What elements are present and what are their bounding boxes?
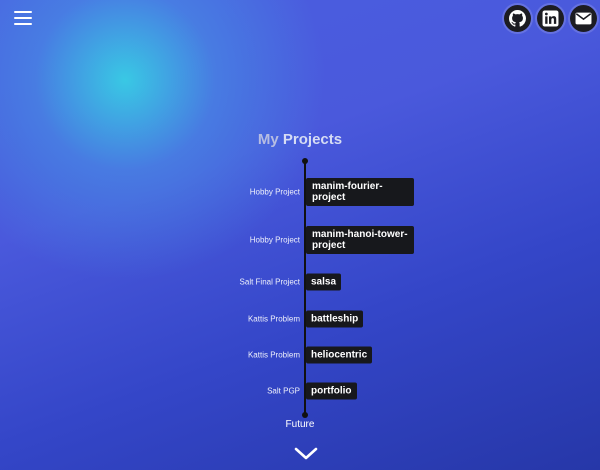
linkedin-icon [542, 10, 559, 27]
hamburger-menu-button[interactable] [14, 11, 32, 25]
title-main: Projects [282, 131, 343, 148]
email-button[interactable] [570, 5, 597, 32]
timeline-end-dot [302, 412, 308, 418]
project-category: Kattis Problem [247, 350, 300, 360]
envelope-icon [575, 12, 592, 25]
hamburger-icon-bar-2 [14, 17, 32, 19]
project-category: Hobby Project [249, 187, 300, 197]
github-button[interactable] [504, 5, 531, 32]
social-links [504, 5, 597, 32]
project-link[interactable]: heliocentric [306, 346, 373, 364]
github-icon [509, 10, 526, 27]
project-link[interactable]: portfolio [306, 382, 357, 400]
project-link[interactable]: manim-fourier-project [306, 178, 414, 206]
hamburger-icon-bar-3 [14, 23, 32, 25]
timeline-end-label: Future [285, 419, 315, 430]
chevron-down-icon[interactable] [294, 447, 318, 461]
project-link[interactable]: salsa [306, 273, 342, 291]
title-prefix: My [257, 131, 279, 148]
project-category: Hobby Project [249, 235, 300, 245]
project-category: Salt PGP [267, 386, 300, 396]
linkedin-button[interactable] [537, 5, 564, 32]
timeline-start-dot [302, 158, 308, 164]
page-title: My Projects [0, 131, 600, 148]
project-link[interactable]: manim-hanoi-tower-project [306, 226, 414, 254]
project-category: Kattis Problem [247, 314, 300, 324]
hamburger-icon-bar-1 [14, 11, 32, 13]
project-category: Salt Final Project [239, 277, 300, 287]
project-link[interactable]: battleship [306, 310, 364, 328]
